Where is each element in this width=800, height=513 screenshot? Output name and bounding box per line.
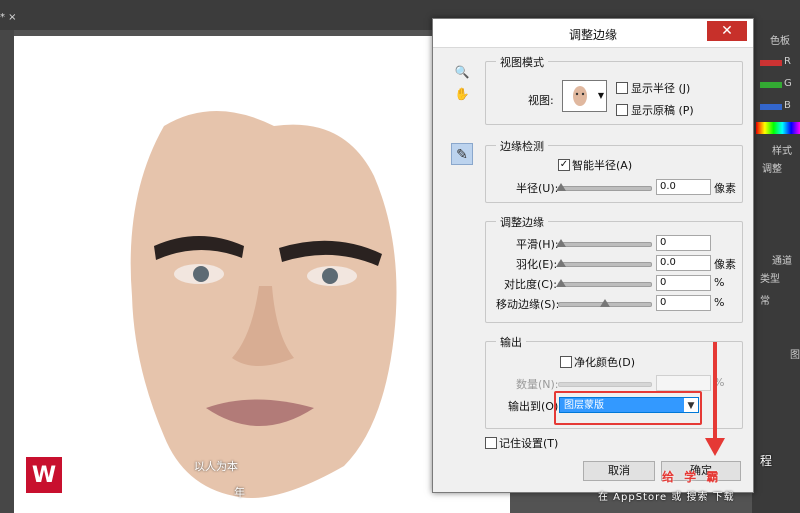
smooth-input[interactable]: 0 (656, 235, 711, 251)
spectrum-bar[interactable] (756, 122, 800, 134)
view-thumb-face-icon (573, 86, 587, 106)
hand-tool-icon[interactable]: ✋ (451, 83, 473, 105)
output-title: 输出 (496, 334, 526, 350)
feather-input[interactable]: 0.0 (656, 255, 711, 271)
amount-label: 数量(N): (516, 378, 559, 391)
cancel-button[interactable]: 取消 (583, 461, 655, 481)
output-to-highlight-box (554, 391, 702, 425)
channel-b-bar[interactable] (760, 104, 782, 110)
vertical-ruler (0, 30, 14, 513)
show-original-label: 显示原稿 (P) (631, 104, 694, 117)
layers-tab[interactable]: 通道 (772, 252, 792, 267)
decontaminate-label: 净化颜色(D) (574, 356, 636, 369)
view-label: 视图: (528, 94, 554, 107)
radius-unit: 像素 (714, 182, 736, 195)
channel-g-bar[interactable] (760, 82, 782, 88)
school-logo: W (24, 455, 64, 495)
contrast-input[interactable]: 0 (656, 275, 711, 291)
feather-label: 羽化(E): (516, 258, 558, 271)
contrast-slider-handle[interactable] (556, 279, 566, 287)
show-radius-checkbox[interactable] (616, 82, 628, 94)
adjust-edge-title: 调整边缘 (496, 214, 548, 230)
style-tab[interactable]: 样式 (772, 142, 792, 157)
view-mode-group: 视图模式 视图: ▼ 显示半径 (J) 显示原稿 (P) (485, 54, 743, 125)
contrast-label: 对比度(C): (504, 278, 557, 291)
zoom-tool-icon[interactable]: 🔍 (451, 61, 473, 83)
smooth-slider[interactable] (556, 239, 652, 247)
shift-edge-input[interactable]: 0 (656, 295, 711, 311)
feather-slider[interactable] (556, 259, 652, 267)
channel-g-label: G (784, 78, 792, 89)
channel-b-label: B (784, 100, 791, 111)
slogan-text-2: 年 (234, 486, 245, 499)
radius-slider[interactable] (556, 183, 652, 191)
remember-settings-label: 记住设置(T) (499, 437, 559, 450)
channel-r-bar[interactable] (760, 60, 782, 66)
adjust-edge-group: 调整边缘 平滑(H): 0 羽化(E): 0.0 像素 对比度(C): 0 % … (485, 214, 743, 323)
annotation-text: 给 学 霸 (662, 470, 722, 484)
shift-edge-unit: % (714, 296, 725, 309)
red-arrow-annotation (705, 342, 725, 456)
shift-edge-slider-handle[interactable] (600, 299, 610, 307)
right-panels: 色板 R G B 样式 调整 通道 类型 常 图 (752, 20, 800, 513)
color-tab[interactable]: 色板 (770, 32, 790, 47)
smooth-slider-handle[interactable] (556, 239, 566, 247)
slogan-text-1: 以人为本 (194, 460, 238, 473)
brush-tool-icon[interactable]: ✎ (451, 143, 473, 165)
smooth-label: 平滑(H): (516, 238, 559, 251)
contrast-unit: % (714, 276, 725, 289)
smart-radius-checkbox[interactable]: ✓ (558, 159, 570, 171)
close-button[interactable]: ✕ (707, 21, 747, 41)
shift-edge-slider[interactable] (558, 299, 652, 307)
view-mode-title: 视图模式 (496, 54, 548, 70)
feather-slider-handle[interactable] (556, 259, 566, 267)
contrast-slider[interactable] (556, 279, 652, 287)
decontaminate-checkbox[interactable] (560, 356, 572, 368)
radius-input[interactable]: 0.0 (656, 179, 711, 195)
show-radius-label: 显示半径 (J) (631, 82, 691, 95)
edge-detection-group: 边缘检测 ✓ 智能半径(A) 半径(U): 0.0 像素 (485, 138, 743, 203)
adjust-label: 调整 (762, 164, 782, 175)
normal-label: 常 (760, 296, 770, 307)
remember-settings-checkbox[interactable] (485, 437, 497, 449)
kind-label: 类型 (760, 274, 780, 285)
show-original-checkbox[interactable] (616, 104, 628, 116)
edge-detection-title: 边缘检测 (496, 138, 548, 154)
layer-label[interactable]: 图 (790, 346, 800, 361)
radius-slider-handle[interactable] (556, 183, 566, 191)
view-thumbnail[interactable] (562, 80, 598, 112)
watermark-line-2: 在 AppStore 或 搜索 下载 (598, 492, 735, 503)
view-dropdown-chevron-icon[interactable]: ▼ (596, 80, 607, 112)
watermark-line-1: 程 (760, 454, 776, 468)
amount-slider (558, 382, 652, 387)
dialog-title: 调整边缘 (568, 28, 617, 42)
shift-edge-label: 移动边缘(S): (496, 298, 560, 311)
smart-radius-label: 智能半径(A) (572, 159, 633, 172)
channel-r-label: R (784, 56, 791, 67)
dialog-titlebar[interactable]: 调整边缘 ✕ (433, 19, 753, 48)
feather-unit: 像素 (714, 258, 736, 271)
doc-tab-marker[interactable]: * × (0, 12, 17, 23)
radius-label: 半径(U): (516, 182, 559, 195)
